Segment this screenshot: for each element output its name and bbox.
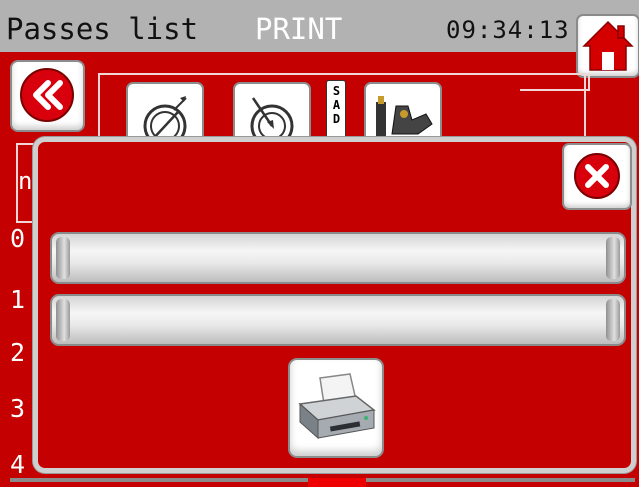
row-number: 1 — [10, 285, 26, 314]
print-button[interactable] — [288, 358, 384, 458]
tool-panel-frame-step — [520, 73, 590, 91]
close-button[interactable] — [562, 143, 632, 210]
home-button[interactable] — [576, 14, 639, 78]
row-number: 0 — [10, 224, 26, 253]
field-cap-right — [606, 237, 620, 279]
field-cap-left — [56, 299, 70, 341]
row-number: 2 — [10, 338, 26, 367]
sad-label: SAD — [326, 80, 346, 142]
bottom-tab-indicator — [308, 478, 366, 487]
side-letter: n — [18, 167, 33, 195]
close-icon — [574, 153, 620, 199]
home-icon — [582, 20, 634, 71]
sad-label-text: SAD — [329, 84, 344, 126]
print-field-1[interactable] — [50, 232, 626, 284]
clock: 09:34:13 — [446, 16, 570, 44]
field-cap-left — [56, 237, 70, 279]
back-button[interactable] — [10, 60, 85, 132]
print-field-2[interactable] — [50, 294, 626, 346]
title-bar: Passes list PRINT 09:34:13 — [0, 0, 639, 52]
double-chevron-left-icon — [20, 68, 74, 122]
printer-icon — [298, 373, 376, 440]
screen-title: Passes list — [6, 12, 199, 46]
field-cap-right — [606, 299, 620, 341]
mode-label: PRINT — [255, 12, 343, 46]
row-number: 4 — [10, 450, 26, 479]
row-number: 3 — [10, 394, 26, 423]
